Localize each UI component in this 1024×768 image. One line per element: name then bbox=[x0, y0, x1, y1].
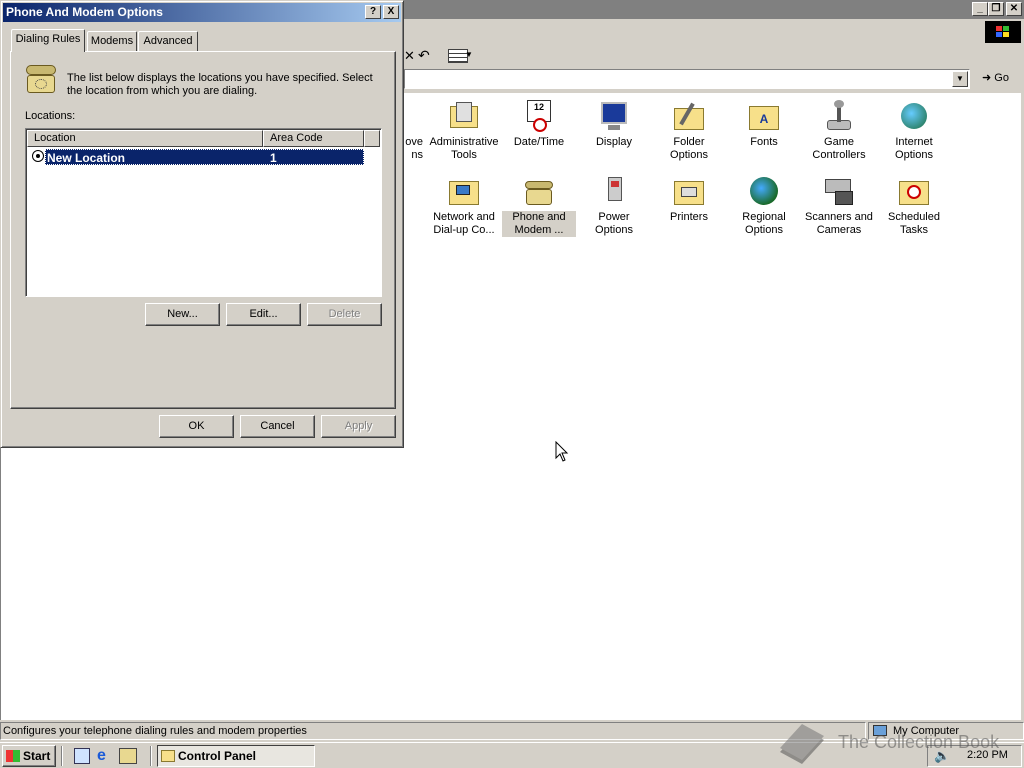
globe-icon bbox=[748, 175, 780, 207]
display-item[interactable]: Display bbox=[577, 100, 651, 149]
edit-location-button[interactable]: Edit... bbox=[226, 303, 301, 326]
tab-dialing-rules[interactable]: Dialing Rules bbox=[11, 29, 85, 52]
printers-item[interactable]: Printers bbox=[652, 175, 726, 224]
task-control-panel[interactable]: Control Panel bbox=[157, 745, 315, 767]
monitor-icon bbox=[598, 100, 630, 132]
show-desktop-icon[interactable] bbox=[74, 748, 90, 764]
locations-label: Locations: bbox=[25, 110, 76, 122]
status-bar: Configures your telephone dialing rules … bbox=[0, 721, 1024, 741]
control-panel-icon bbox=[161, 750, 175, 762]
joystick-icon bbox=[823, 100, 855, 132]
folder-tools-icon bbox=[673, 100, 705, 132]
tab-modems[interactable]: Modems bbox=[87, 31, 137, 51]
restore-button[interactable]: ❐ bbox=[988, 2, 1004, 16]
clock[interactable]: 2:20 PM bbox=[967, 749, 1008, 761]
go-arrow-icon: ➜ bbox=[982, 72, 992, 84]
administrative-tools-icon bbox=[448, 100, 480, 132]
power-plug-icon bbox=[598, 175, 630, 207]
fonts-folder-icon: A bbox=[748, 100, 780, 132]
locations-list[interactable]: Location Area Code New Location 1 bbox=[25, 128, 382, 297]
close-window-button[interactable]: ✕ bbox=[1006, 2, 1022, 16]
quicklaunch-divider bbox=[61, 746, 63, 766]
windows-logo-icon bbox=[985, 21, 1021, 43]
mouse-cursor-icon bbox=[555, 441, 569, 462]
internet-explorer-icon[interactable]: e bbox=[97, 747, 106, 765]
system-tray: 🔈 2:20 PM bbox=[927, 745, 1022, 767]
regional-options-item[interactable]: Regional Options bbox=[727, 175, 801, 237]
start-button[interactable]: Start bbox=[2, 745, 56, 767]
outlook-express-icon[interactable] bbox=[119, 748, 137, 764]
column-header-filler bbox=[364, 130, 380, 147]
address-input[interactable]: ▼ bbox=[404, 69, 970, 89]
folder-options-item[interactable]: Folder Options bbox=[652, 100, 726, 162]
dialog-close-button[interactable]: X bbox=[383, 5, 399, 19]
apply-button[interactable]: Apply bbox=[321, 415, 396, 438]
my-computer-icon bbox=[873, 725, 887, 736]
scheduled-tasks-folder-icon bbox=[898, 175, 930, 207]
status-text: Configures your telephone dialing rules … bbox=[0, 722, 866, 740]
scanner-camera-icon bbox=[823, 175, 855, 207]
delete-location-button[interactable]: Delete bbox=[307, 303, 382, 326]
ok-button[interactable]: OK bbox=[159, 415, 234, 438]
dialog-description: The list below displays the locations yo… bbox=[67, 72, 373, 97]
task-divider bbox=[150, 746, 152, 766]
area-code-cell: 1 bbox=[270, 151, 277, 165]
network-folder-icon bbox=[448, 175, 480, 207]
taskbar: Start e Control Panel 🔈 2:20 PM bbox=[0, 742, 1024, 768]
globe-tools-icon bbox=[898, 100, 930, 132]
dialog-titlebar: Phone And Modem Options ? X bbox=[3, 3, 401, 22]
column-header-area-code[interactable]: Area Code bbox=[263, 130, 364, 147]
chevron-down-icon[interactable]: ▼ bbox=[465, 50, 473, 59]
date-time-item[interactable]: 12 Date/Time bbox=[502, 100, 576, 149]
table-row[interactable]: New Location 1 bbox=[45, 149, 364, 165]
selected-location-radio-icon[interactable] bbox=[32, 150, 44, 162]
scanners-cameras-item[interactable]: Scanners and Cameras bbox=[802, 175, 876, 237]
new-location-button[interactable]: New... bbox=[145, 303, 220, 326]
column-header-location[interactable]: Location bbox=[27, 130, 263, 147]
address-dropdown-button[interactable]: ▼ bbox=[952, 71, 968, 87]
location-cell: New Location bbox=[47, 151, 126, 165]
scheduled-tasks-item[interactable]: Scheduled Tasks bbox=[877, 175, 951, 237]
phone-modem-dialog: Phone And Modem Options ? X Dialing Rule… bbox=[0, 0, 404, 448]
status-zone: My Computer bbox=[868, 722, 1024, 740]
administrative-tools-item[interactable]: Administrative Tools bbox=[427, 100, 501, 162]
internet-options-item[interactable]: Internet Options bbox=[877, 100, 951, 162]
go-button[interactable]: ➜ Go bbox=[978, 69, 1018, 89]
help-button[interactable]: ? bbox=[365, 5, 381, 19]
cancel-button[interactable]: Cancel bbox=[240, 415, 315, 438]
telephone-icon bbox=[523, 175, 555, 207]
windows-flag-icon bbox=[6, 750, 20, 762]
delete-icon[interactable]: ✕ bbox=[404, 48, 415, 64]
telephone-icon bbox=[23, 61, 59, 97]
power-options-item[interactable]: Power Options bbox=[577, 175, 651, 237]
volume-icon[interactable]: 🔈 bbox=[934, 748, 950, 764]
printer-folder-icon bbox=[673, 175, 705, 207]
fonts-item[interactable]: A Fonts bbox=[727, 100, 801, 149]
network-dialup-item[interactable]: Network and Dial-up Co... bbox=[427, 175, 501, 237]
game-controllers-item[interactable]: Game Controllers bbox=[802, 100, 876, 162]
calendar-clock-icon: 12 bbox=[523, 100, 555, 132]
undo-icon[interactable]: ↶ bbox=[418, 47, 430, 64]
minimize-button[interactable]: _ bbox=[972, 2, 988, 16]
phone-modem-item[interactable]: Phone and Modem ... bbox=[502, 175, 576, 237]
tab-advanced[interactable]: Advanced bbox=[138, 31, 198, 51]
dialog-title: Phone And Modem Options bbox=[6, 5, 163, 19]
